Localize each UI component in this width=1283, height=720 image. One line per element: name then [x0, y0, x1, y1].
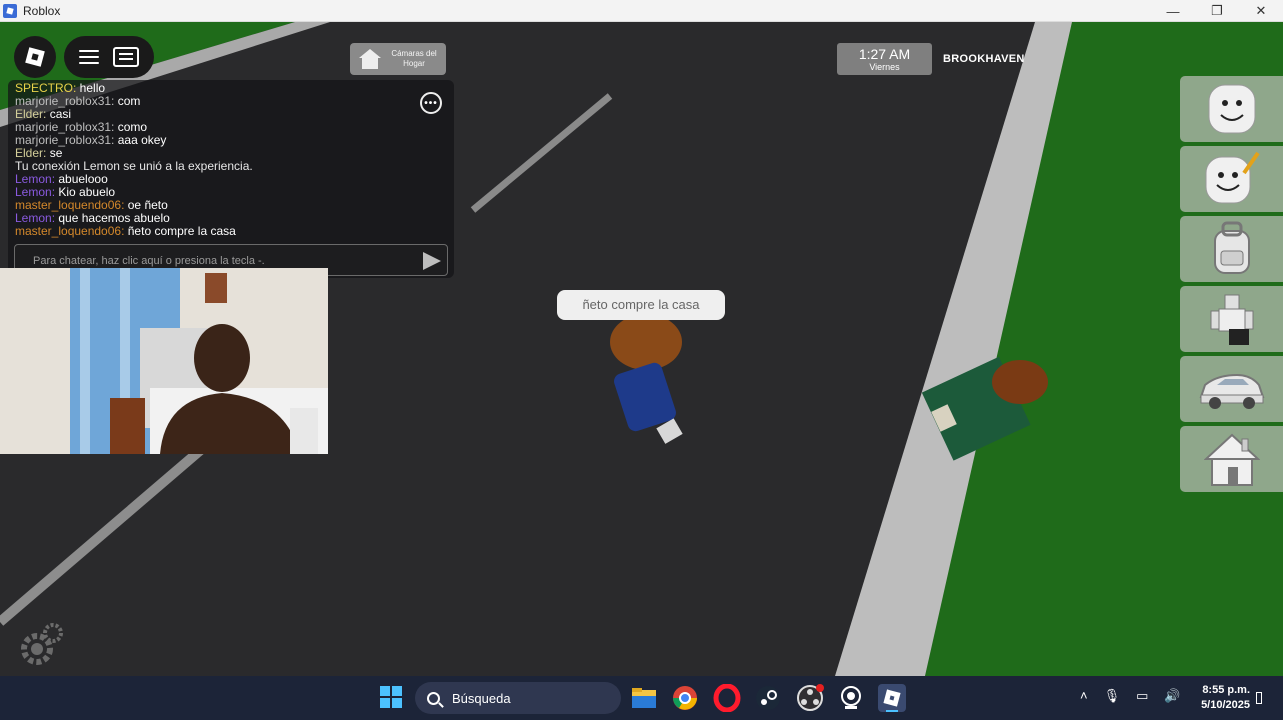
chat-message-list: SPECTRO: hello marjorie_roblox31: com Elde… — [15, 82, 435, 238]
chat-username[interactable]: Lemon: — [15, 211, 55, 225]
taskbar-search-label: Búsqueda — [452, 690, 511, 706]
menu-pill — [64, 36, 154, 78]
face-edit-icon — [1205, 151, 1260, 204]
face-icon — [1208, 84, 1255, 134]
steam-icon[interactable] — [754, 684, 782, 712]
house-camera-icon — [356, 49, 384, 69]
microphone-icon[interactable]: 🎙 — [1104, 688, 1121, 704]
taskbar-date: 5/10/2025 — [1201, 699, 1250, 711]
side-button-vehicle[interactable] — [1180, 356, 1283, 422]
chat-message: master_loquendo06: ñeto compre la casa — [15, 225, 435, 238]
chat-text: abuelooo — [55, 172, 108, 186]
settings-gear-icon[interactable] — [18, 622, 64, 668]
hamburger-icon[interactable] — [79, 50, 99, 64]
side-toolbar — [1180, 76, 1283, 496]
game-clock-day: Viernes — [869, 62, 900, 72]
game-clock-time: 1:27 AM — [858, 46, 911, 62]
display-icon[interactable]: ▭ — [1136, 688, 1148, 704]
side-button-avatar[interactable] — [1180, 286, 1283, 352]
speech-bubble: ñeto compre la casa — [557, 290, 725, 320]
chat-username[interactable]: Elder: — [15, 107, 46, 121]
chat-username[interactable]: marjorie_roblox31: — [15, 133, 114, 147]
car-icon — [1199, 373, 1264, 409]
send-icon[interactable] — [423, 252, 441, 270]
chat-username[interactable]: SPECTRO: — [15, 81, 76, 95]
volume-icon[interactable]: 🔊 — [1164, 688, 1180, 704]
search-icon — [427, 691, 440, 705]
chat-username[interactable]: master_loquendo06: — [15, 198, 124, 212]
close-button[interactable]: ✕ — [1239, 0, 1283, 22]
chat-text: aaa okey — [114, 133, 167, 147]
windows-start-button[interactable] — [380, 686, 402, 708]
side-button-backpack[interactable] — [1180, 216, 1283, 282]
file-explorer-icon[interactable] — [630, 684, 658, 712]
window-title: Roblox — [23, 3, 61, 18]
windows-taskbar: Búsqueda ˄ 🎙 ▭ 🔊 8:55 p.m. 5/10/2025 — [0, 676, 1283, 720]
side-button-house[interactable] — [1180, 426, 1283, 492]
roblox-icon[interactable] — [878, 684, 906, 712]
house-icon — [1203, 433, 1260, 486]
chat-text: se — [46, 146, 63, 160]
game-clock: 1:27 AM Viernes — [837, 43, 932, 75]
home-cameras-label: Cámaras del Hogar — [391, 49, 437, 68]
taskbar-search[interactable]: Búsqueda — [415, 682, 621, 714]
side-button-face[interactable] — [1180, 76, 1283, 142]
chat-toggle-icon[interactable] — [113, 47, 139, 67]
chat-text: Kio abuelo — [55, 185, 116, 199]
notification-icon[interactable] — [1256, 692, 1262, 704]
obs-icon[interactable] — [796, 684, 824, 712]
chat-username[interactable]: Lemon: — [15, 185, 55, 199]
webcam-overlay — [0, 268, 328, 454]
chevron-up-icon[interactable]: ˄ — [1080, 688, 1088, 704]
opera-icon[interactable] — [713, 684, 741, 712]
chat-username[interactable]: marjorie_roblox31: — [15, 120, 114, 134]
chat-text: como — [114, 120, 148, 134]
maximize-button[interactable]: ❐ — [1195, 0, 1239, 22]
taskbar-time: 8:55 p.m. — [1202, 684, 1250, 696]
avatar-clothing-icon — [1210, 294, 1253, 345]
chat-text: casi — [46, 107, 72, 121]
game-viewport[interactable]: Cámaras del Hogar 1:27 AM Viernes BROOKH… — [0, 22, 1283, 676]
chat-text: hello — [76, 81, 106, 95]
chat-message: marjorie_roblox31: aaa okey — [15, 134, 435, 147]
chat-username[interactable]: master_loquendo06: — [15, 224, 124, 238]
minimize-button[interactable]: — — [1151, 0, 1195, 22]
road-marking — [470, 93, 613, 213]
chat-input-placeholder: Para chatear, haz clic aquí o presiona l… — [33, 255, 265, 267]
backpack-icon — [1213, 221, 1250, 274]
side-button-face-edit[interactable] — [1180, 146, 1283, 212]
roblox-menu-button[interactable] — [14, 36, 56, 78]
road-edge-line — [0, 438, 214, 626]
chat-message: marjorie_roblox31: com — [15, 95, 435, 108]
roblox-logo-icon — [25, 47, 45, 67]
webcam-image — [0, 268, 328, 454]
window-titlebar: Roblox — ❐ ✕ — [0, 0, 1283, 22]
chat-text: com — [114, 94, 141, 108]
chat-text: ñeto compre la casa — [124, 224, 236, 238]
chat-username[interactable]: Elder: — [15, 146, 46, 160]
system-tray: ˄ 🎙 ▭ 🔊 — [1080, 688, 1181, 704]
home-cameras-button[interactable]: Cámaras del Hogar — [350, 43, 446, 75]
chat-username[interactable]: marjorie_roblox31: — [15, 94, 114, 108]
roblox-app-icon — [3, 3, 17, 18]
chat-text: que hacemos abuelo — [55, 211, 170, 225]
player-character — [610, 314, 683, 444]
chat-username[interactable]: Lemon: — [15, 172, 55, 186]
taskbar-clock[interactable]: 8:55 p.m. 5/10/2025 — [1190, 683, 1250, 713]
location-label: BROOKHAVEN — [943, 53, 1025, 65]
chrome-icon[interactable] — [671, 684, 699, 712]
chat-text: oe ñeto — [124, 198, 168, 212]
webcam-app-icon[interactable] — [837, 684, 865, 712]
chat-options-icon[interactable]: ••• — [420, 92, 442, 114]
chat-text: Tu conexión Lemon se unió a la experienc… — [15, 159, 253, 173]
chat-window: SPECTRO: hello marjorie_roblox31: com Elde… — [8, 80, 454, 278]
